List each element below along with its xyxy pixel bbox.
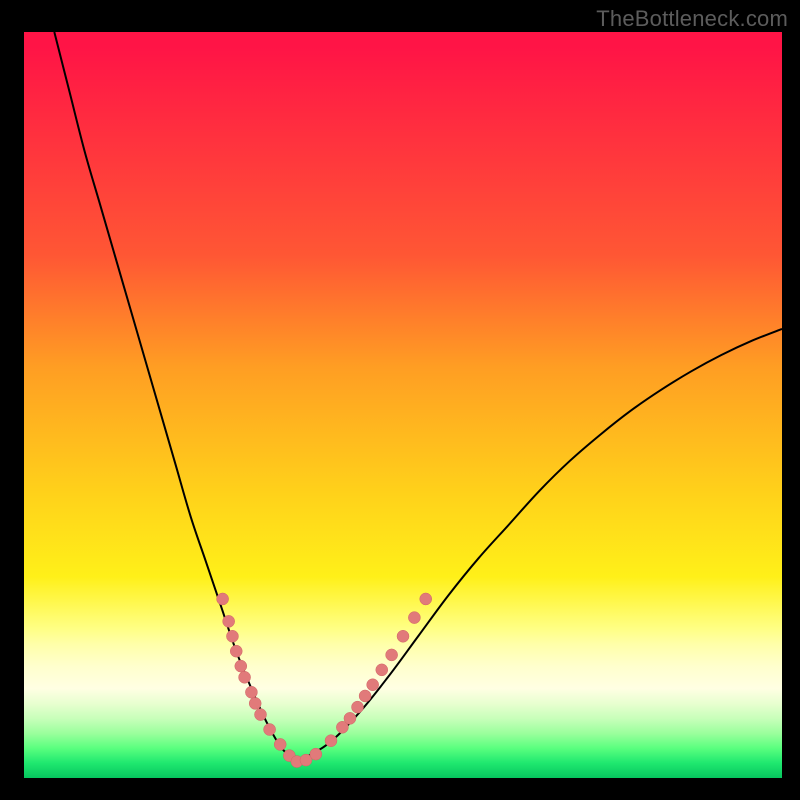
watermark-text: TheBottleneck.com <box>596 6 788 32</box>
curve-left <box>54 32 297 762</box>
data-dot <box>230 645 242 657</box>
data-dot <box>245 686 257 698</box>
data-dot <box>420 593 432 605</box>
data-dot <box>310 748 322 760</box>
plot-area <box>24 32 782 778</box>
data-dot <box>217 593 229 605</box>
data-dots <box>217 593 432 768</box>
data-dot <box>235 660 247 672</box>
chart-svg <box>24 32 782 778</box>
data-dot <box>359 690 371 702</box>
data-dot <box>386 649 398 661</box>
data-dot <box>376 664 388 676</box>
data-dot <box>264 724 276 736</box>
data-dot <box>274 738 286 750</box>
data-dot <box>325 735 337 747</box>
data-dot <box>239 671 251 683</box>
data-dot <box>226 630 238 642</box>
data-dot <box>249 697 261 709</box>
data-dot <box>408 612 420 624</box>
data-dot <box>367 679 379 691</box>
data-dot <box>255 709 267 721</box>
data-dot <box>352 701 364 713</box>
data-dot <box>223 615 235 627</box>
data-dot <box>344 712 356 724</box>
data-dot <box>397 630 409 642</box>
